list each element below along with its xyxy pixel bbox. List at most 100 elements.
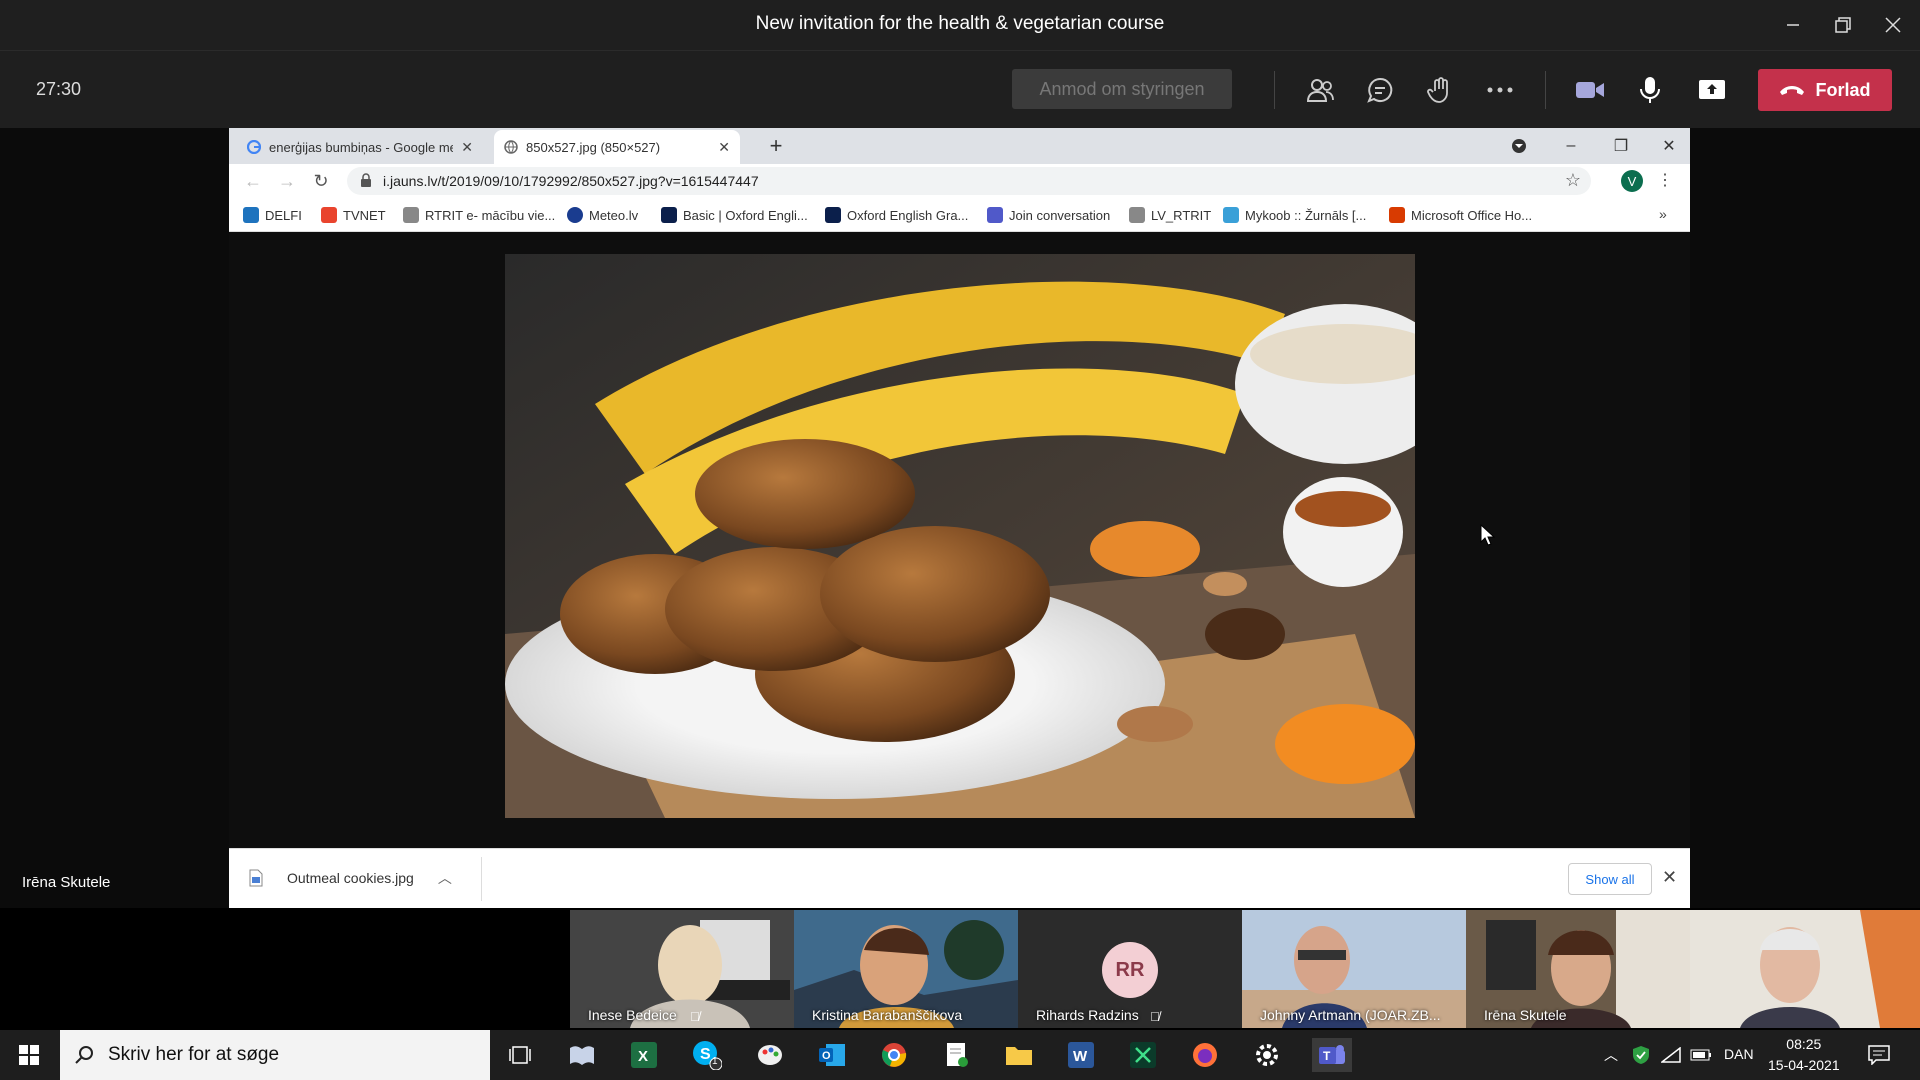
browser-menu-icon[interactable]: ⋮: [1657, 170, 1673, 190]
taskbar-app-excel[interactable]: X: [627, 1038, 661, 1072]
forward-button[interactable]: →: [275, 169, 299, 193]
taskbar-app-teams[interactable]: T: [1312, 1038, 1352, 1072]
browser-tab-google[interactable]: enerģijas bumbiņas - Google me ✕: [237, 130, 483, 164]
browser-tab-image[interactable]: 850x527.jpg (850×527) ✕: [494, 130, 740, 164]
windows-taskbar: Skriv her for at søge X S 1 O W T ︿ DAN …: [0, 1030, 1920, 1080]
download-item[interactable]: Outmeal cookies.jpg ︿: [249, 863, 452, 893]
taskbar-app-skype[interactable]: S 1: [690, 1038, 724, 1072]
battery-icon: [1690, 1049, 1711, 1061]
wifi-icon: [1661, 1047, 1681, 1063]
task-view-icon: [509, 1046, 531, 1064]
back-button[interactable]: ←: [241, 169, 265, 193]
oxford-icon: [825, 207, 841, 223]
tab-title: enerģijas bumbiņas - Google me: [269, 139, 454, 155]
bookmarks-overflow-icon[interactable]: »: [1659, 206, 1667, 222]
close-window-button[interactable]: [1868, 0, 1918, 50]
svg-text:T: T: [1323, 1049, 1331, 1063]
address-bar[interactable]: i.jauns.lv/t/2019/09/10/1792992/850x527.…: [347, 167, 1591, 195]
bookmark-meteo[interactable]: Meteo.lv: [567, 206, 638, 224]
more-icon: [1487, 87, 1513, 93]
taskbar-app-settings[interactable]: [1250, 1038, 1284, 1072]
taskbar-app-notepad[interactable]: [940, 1038, 974, 1072]
profile-avatar[interactable]: V: [1621, 170, 1643, 192]
minimize-button[interactable]: [1768, 0, 1818, 50]
participant-tile[interactable]: Johnny Artmann (JOAR.ZB...: [1242, 910, 1466, 1028]
bookmark-mykoob[interactable]: Mykoob :: Žurnāls [...: [1223, 206, 1366, 224]
battery-tray-icon[interactable]: [1684, 1038, 1718, 1072]
browser-minimize-button[interactable]: –: [1551, 131, 1591, 161]
taskbar-app-outlook[interactable]: O: [815, 1038, 849, 1072]
tab-search-button[interactable]: [1499, 131, 1539, 161]
scissors-icon: [1130, 1042, 1156, 1068]
tab-title: 850x527.jpg (850×527): [526, 139, 661, 155]
wifi-tray-icon[interactable]: [1654, 1038, 1688, 1072]
leave-meeting-button[interactable]: Forlad: [1758, 69, 1892, 111]
gear-icon: [1256, 1044, 1278, 1066]
taskbar-app-teams-classroom[interactable]: [565, 1038, 599, 1072]
chevron-up-icon[interactable]: ︿: [438, 868, 452, 888]
show-hidden-icons-chevron[interactable]: ︿: [1594, 1038, 1628, 1072]
restore-button[interactable]: [1818, 0, 1868, 50]
downloads-divider: [481, 857, 482, 901]
more-actions-button[interactable]: [1482, 72, 1518, 108]
taskbar-search[interactable]: Skriv her for at søge: [60, 1030, 490, 1080]
participant-avatar: RR: [1102, 942, 1158, 998]
microphone-button[interactable]: [1632, 72, 1668, 108]
show-all-button[interactable]: Show all: [1568, 863, 1652, 895]
participant-name: Johnny Artmann (JOAR.ZB...: [1260, 1007, 1441, 1023]
teams-title-bar: New invitation for the health & vegetari…: [0, 0, 1920, 50]
participant-tile[interactable]: RR Rihards Radzins 🎙̸: [1018, 910, 1242, 1028]
taskbar-clock[interactable]: 08:25 15-04-2021: [1768, 1034, 1840, 1076]
bookmark-delfi[interactable]: DELFI: [243, 206, 302, 224]
bookmark-office[interactable]: Microsoft Office Ho...: [1389, 206, 1532, 224]
word-icon: W: [1068, 1042, 1094, 1068]
muted-mic-icon: 🎙̸: [1150, 1009, 1160, 1024]
close-icon: [1885, 17, 1901, 33]
book-icon: [570, 1046, 594, 1065]
taskbar-app-paint[interactable]: [753, 1038, 787, 1072]
bookmark-oxford-basic[interactable]: Basic | Oxford Engli...: [661, 206, 808, 224]
teams-icon: [987, 207, 1003, 223]
tab-close-icon[interactable]: ✕: [718, 139, 730, 156]
browser-restore-button[interactable]: ❐: [1601, 131, 1641, 161]
participant-tile[interactable]: Inese Bedeice 🎙̸: [570, 910, 794, 1028]
oxford-icon: [661, 207, 677, 223]
share-screen-button[interactable]: [1694, 72, 1730, 108]
bookmark-star-icon[interactable]: ☆: [1565, 170, 1581, 191]
taskbar-app-chrome[interactable]: [877, 1038, 911, 1072]
taskbar-app-snipping[interactable]: [1126, 1038, 1160, 1072]
browser-toolbar: ← → ↻ i.jauns.lv/t/2019/09/10/1792992/85…: [229, 164, 1690, 198]
participant-tile[interactable]: Kristina Barabanščikova: [794, 910, 1018, 1028]
browser-close-button[interactable]: ✕: [1649, 131, 1689, 161]
taskbar-app-firefox[interactable]: [1188, 1038, 1222, 1072]
participant-tile[interactable]: [1690, 910, 1920, 1028]
raise-hand-button[interactable]: [1422, 72, 1458, 108]
input-language[interactable]: DAN: [1724, 1046, 1754, 1062]
close-downloads-icon[interactable]: ✕: [1662, 867, 1677, 888]
task-view-button[interactable]: [503, 1038, 537, 1072]
chat-button[interactable]: [1362, 72, 1398, 108]
notifications-button[interactable]: [1862, 1038, 1896, 1072]
bookmark-tvnet[interactable]: TVNET: [321, 206, 386, 224]
bookmark-join-conversation[interactable]: Join conversation: [987, 206, 1110, 224]
security-tray-icon[interactable]: [1624, 1038, 1658, 1072]
request-control-button[interactable]: Anmod om styringen: [1012, 69, 1232, 109]
rtrit-icon: [1129, 207, 1145, 223]
browser-tab-bar: enerģijas bumbiņas - Google me ✕ 850x527…: [229, 128, 1690, 164]
shield-icon: [1633, 1046, 1649, 1064]
taskbar-app-word[interactable]: W: [1064, 1038, 1098, 1072]
svg-text:X: X: [638, 1048, 648, 1065]
meteo-icon: [567, 207, 583, 223]
participant-tile[interactable]: Irēna Skutele: [1466, 910, 1690, 1028]
bookmark-rtrit[interactable]: RTRIT e- mācību vie...: [403, 206, 555, 224]
start-button[interactable]: [12, 1038, 46, 1072]
bookmark-oxford-grammar[interactable]: Oxford English Gra...: [825, 206, 968, 224]
camera-button[interactable]: [1572, 72, 1608, 108]
reload-button[interactable]: ↻: [309, 169, 333, 193]
participants-button[interactable]: [1302, 72, 1338, 108]
taskbar-app-file-explorer[interactable]: [1002, 1038, 1036, 1072]
bookmark-lv-rtrit[interactable]: LV_RTRIT: [1129, 206, 1211, 224]
tab-close-icon[interactable]: ✕: [461, 139, 473, 156]
participant-name: Inese Bedeice: [588, 1007, 677, 1023]
new-tab-button[interactable]: +: [764, 133, 788, 158]
